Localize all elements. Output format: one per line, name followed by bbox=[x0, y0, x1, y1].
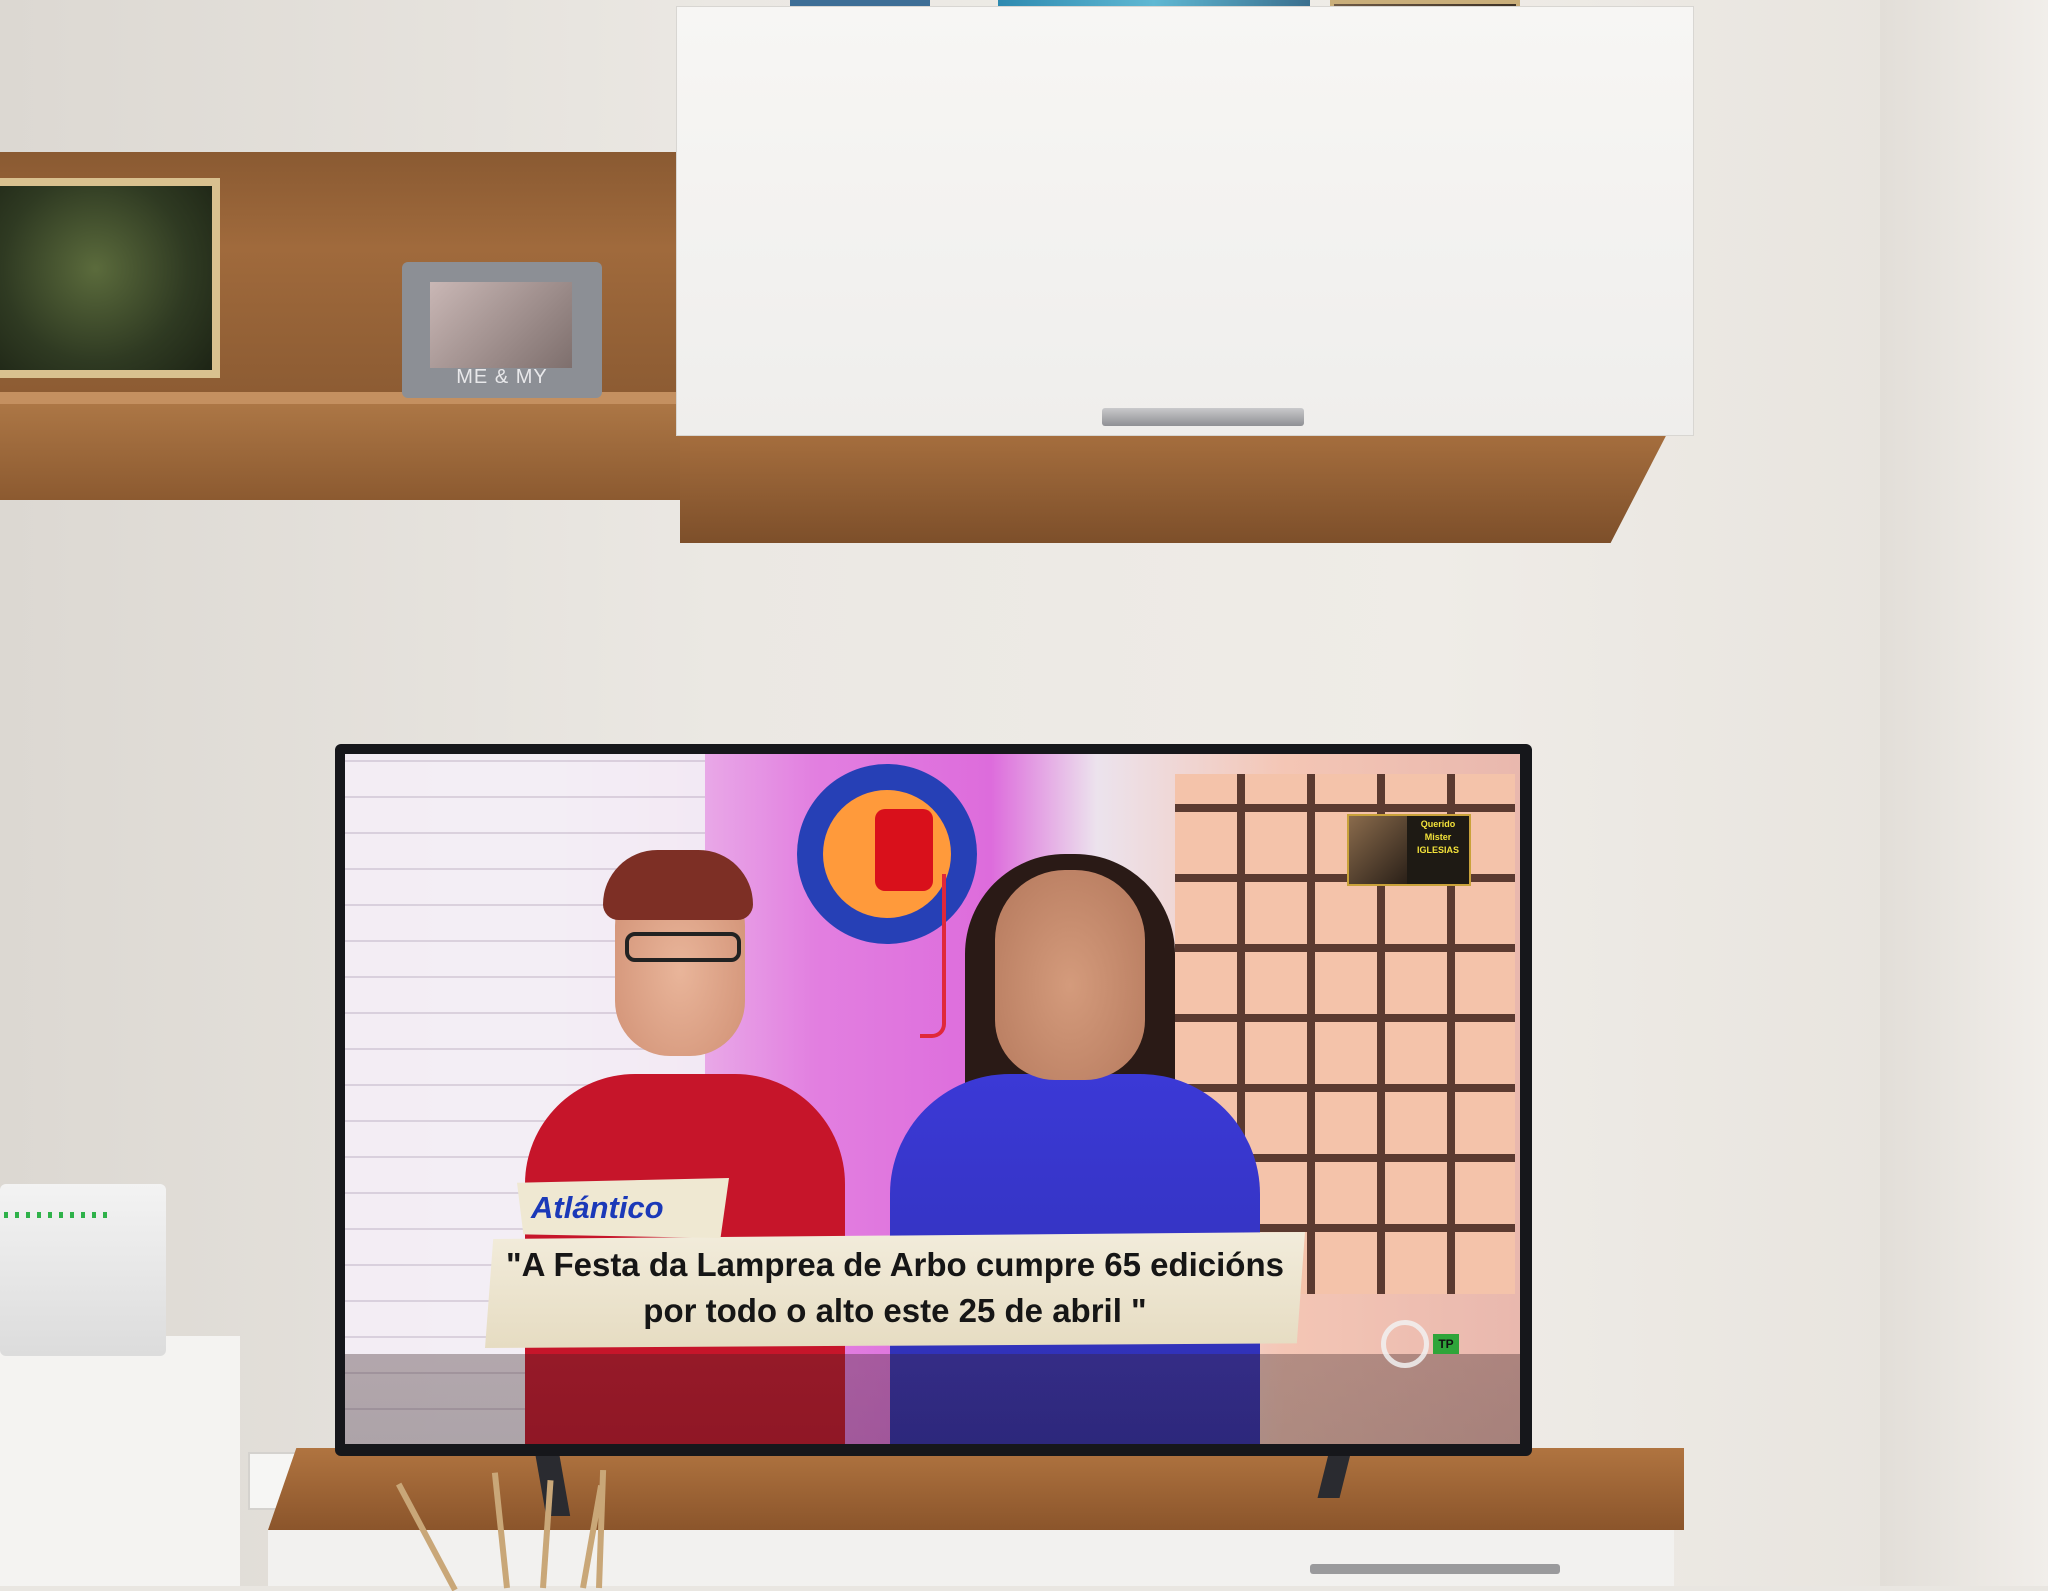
photo-frame-caption: ME & MY bbox=[456, 366, 548, 388]
drawer-handle bbox=[1310, 1564, 1560, 1574]
wood-shelf bbox=[0, 392, 682, 500]
baby-photo bbox=[430, 282, 572, 368]
presenter-left-hair bbox=[603, 850, 753, 920]
rating-badge: TP bbox=[1433, 1334, 1459, 1354]
side-cabinet bbox=[0, 1336, 240, 1586]
cabinet-wood-base bbox=[680, 428, 1670, 543]
photo-frame-girl bbox=[0, 178, 220, 378]
cabinet-handle bbox=[1102, 408, 1304, 426]
wifi-router bbox=[0, 1184, 166, 1356]
tv-screen: Querido Mister IGLESIAS Atlántico "A Fes… bbox=[345, 754, 1520, 1444]
telephone-cord bbox=[920, 874, 946, 1038]
program-brand: Atlántico bbox=[531, 1190, 664, 1225]
presenter-right-face bbox=[995, 870, 1145, 1080]
wall-cabinet-door bbox=[676, 6, 1694, 436]
wall-corner bbox=[1880, 0, 2048, 1586]
headline-line-1: "A Festa da Lamprea de Arbo cumpre 65 ed… bbox=[506, 1246, 1284, 1283]
tv-stand-top bbox=[268, 1448, 1684, 1530]
studio-floor bbox=[345, 1354, 1520, 1444]
promo-inset-photo bbox=[1349, 816, 1407, 884]
headline-line-2: por todo o alto este 25 de abril " bbox=[643, 1292, 1147, 1329]
tv-stand-drawers bbox=[268, 1530, 1674, 1586]
channel-logo-icon bbox=[1381, 1320, 1429, 1368]
router-status-leds bbox=[4, 1212, 108, 1218]
glasses-icon bbox=[625, 932, 741, 962]
promo-inset-text: Querido Mister IGLESIAS bbox=[1416, 819, 1459, 855]
